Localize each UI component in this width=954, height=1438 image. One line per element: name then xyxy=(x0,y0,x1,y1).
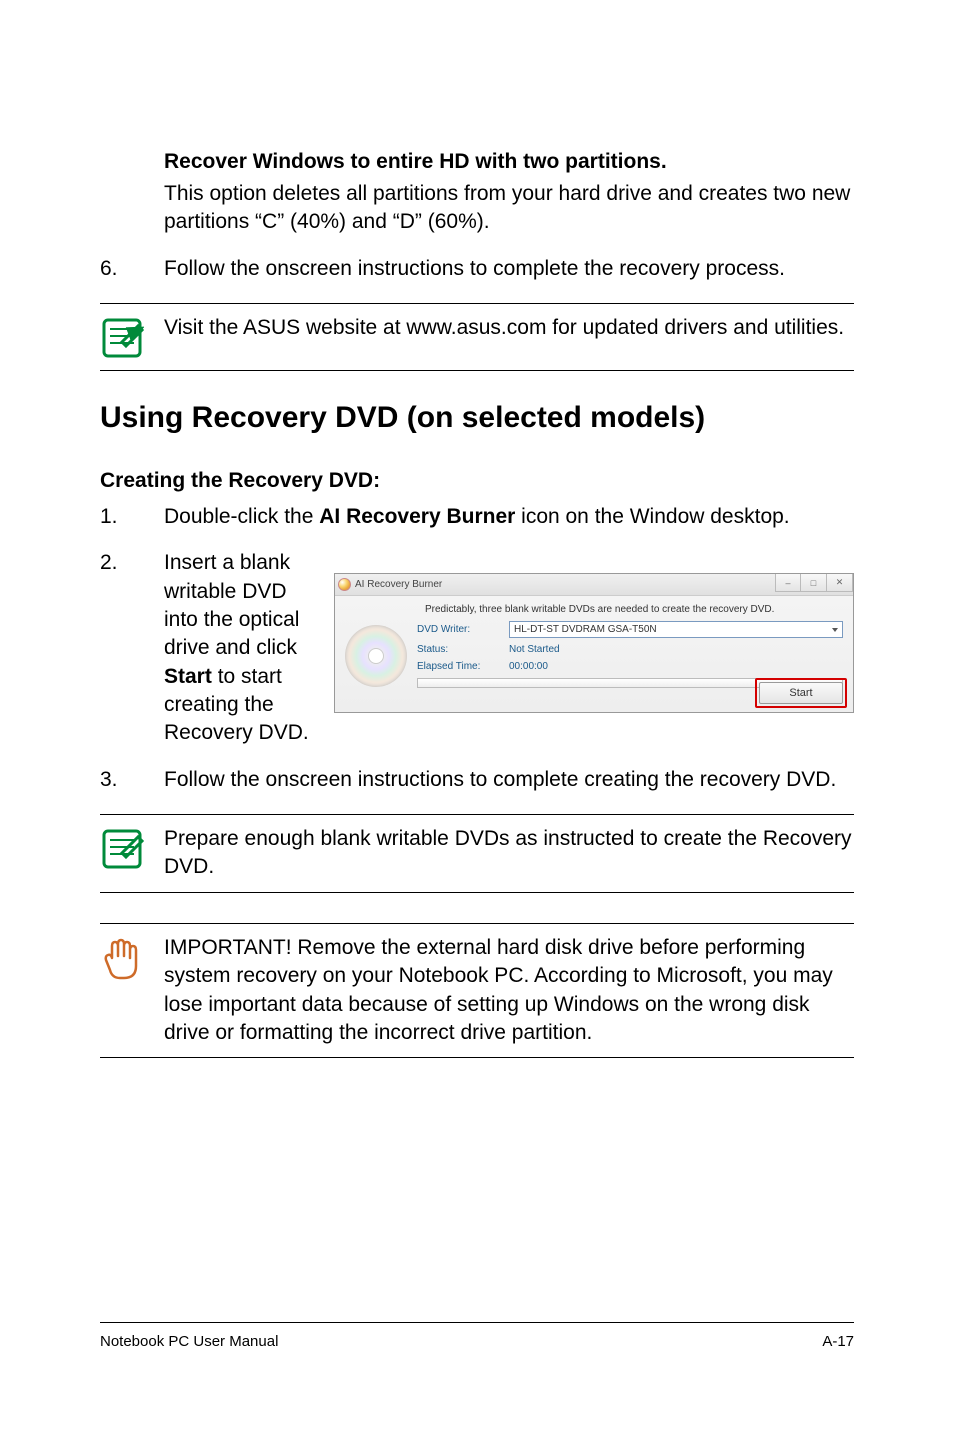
dvd-disc-icon xyxy=(345,625,407,687)
option-heading: Recover Windows to entire HD with two pa… xyxy=(164,150,854,174)
option-body: This option deletes all partitions from … xyxy=(164,180,854,237)
minimize-button[interactable]: – xyxy=(775,574,801,592)
step-text: Follow the onscreen instructions to comp… xyxy=(164,766,854,794)
important-text: IMPORTANT! Remove the external hard disk… xyxy=(164,934,854,1047)
step-number: 1. xyxy=(100,503,164,531)
close-button[interactable]: ✕ xyxy=(827,574,853,592)
elapsed-time-label: Elapsed Time: xyxy=(417,661,509,672)
note-icon xyxy=(100,314,164,360)
hand-icon xyxy=(100,934,164,984)
step-text: Follow the onscreen instructions to comp… xyxy=(164,255,854,283)
note-icon xyxy=(100,825,164,871)
step-number: 2. xyxy=(100,549,164,747)
text-bold: AI Recovery Burner xyxy=(319,505,515,528)
app-icon xyxy=(338,578,351,591)
window-controls: – □ ✕ xyxy=(775,574,853,592)
step-number: 3. xyxy=(100,766,164,794)
note-box: Visit the ASUS website at www.asus.com f… xyxy=(100,303,854,371)
note-text: Prepare enough blank writable DVDs as in… xyxy=(164,825,854,882)
text-post: icon on the Window desktop. xyxy=(515,505,789,528)
ai-recovery-burner-window: AI Recovery Burner – □ ✕ Predictably, th… xyxy=(334,573,854,713)
dvd-writer-select[interactable]: HL-DT-ST DVDRAM GSA-T50N xyxy=(509,621,843,638)
step-number: 6. xyxy=(100,255,164,283)
text-bold: Start xyxy=(164,665,212,688)
note-box: Prepare enough blank writable DVDs as in… xyxy=(100,814,854,893)
heading-using-recovery-dvd: Using Recovery DVD (on selected models) xyxy=(100,401,854,435)
window-body: Predictably, three blank writable DVDs a… xyxy=(335,596,853,712)
status-label: Status: xyxy=(417,644,509,655)
step-2: 2. Insert a blank writable DVD into the … xyxy=(100,549,854,747)
start-button[interactable]: Start xyxy=(759,682,843,704)
window-titlebar[interactable]: AI Recovery Burner – □ ✕ xyxy=(335,574,853,596)
window-title: AI Recovery Burner xyxy=(355,579,442,590)
page-footer: Notebook PC User Manual A-17 xyxy=(100,1322,854,1350)
step-text: Insert a blank writable DVD into the opt… xyxy=(164,549,334,747)
important-box: IMPORTANT! Remove the external hard disk… xyxy=(100,923,854,1058)
step-text: Double-click the AI Recovery Burner icon… xyxy=(164,503,854,531)
text-pre: Insert a blank writable DVD into the opt… xyxy=(164,551,299,659)
app-message: Predictably, three blank writable DVDs a… xyxy=(345,602,843,615)
text-pre: Double-click the xyxy=(164,505,319,528)
heading-creating-recovery-dvd: Creating the Recovery DVD: xyxy=(100,469,854,493)
step-6: 6. Follow the onscreen instructions to c… xyxy=(100,255,854,283)
maximize-button[interactable]: □ xyxy=(801,574,827,592)
note-text: Visit the ASUS website at www.asus.com f… xyxy=(164,314,854,342)
step-1: 1. Double-click the AI Recovery Burner i… xyxy=(100,503,854,531)
status-value: Not Started xyxy=(509,644,560,655)
footer-left: Notebook PC User Manual xyxy=(100,1333,278,1350)
dvd-writer-label: DVD Writer: xyxy=(417,624,509,635)
step-3: 3. Follow the onscreen instructions to c… xyxy=(100,766,854,794)
footer-page-number: A-17 xyxy=(822,1333,854,1350)
elapsed-time-value: 00:00:00 xyxy=(509,661,548,672)
